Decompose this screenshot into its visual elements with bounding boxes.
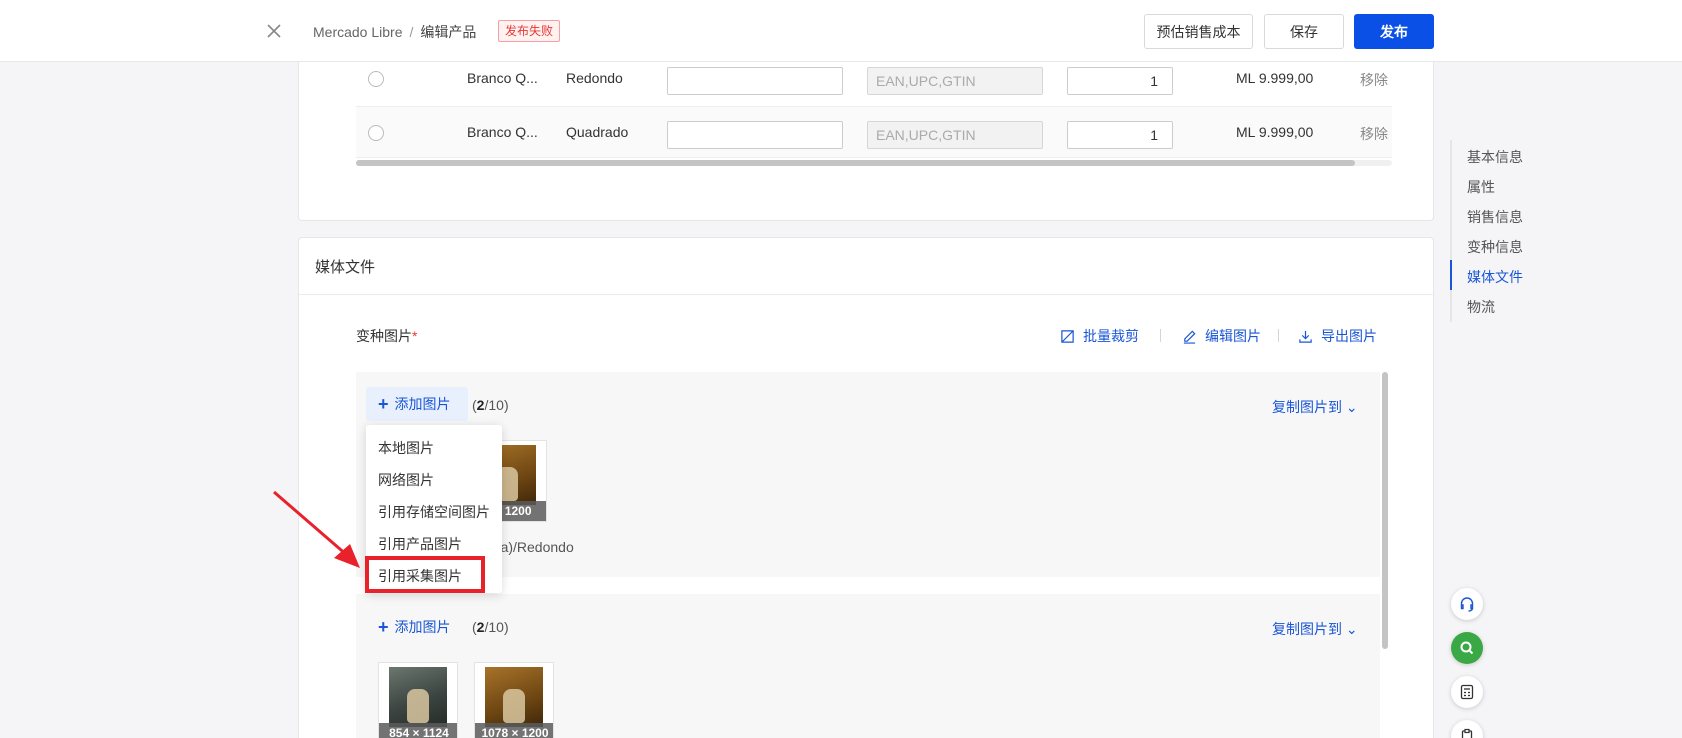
sku-input[interactable]	[667, 67, 843, 95]
image-count-current: 2	[476, 397, 485, 413]
copy-images-to-label: 复制图片到	[1272, 399, 1342, 415]
chevron-down-icon: ⌄	[1345, 399, 1358, 415]
batch-crop-label: 批量裁剪	[1083, 328, 1139, 344]
ean-input[interactable]: EAN,UPC,GTIN	[867, 67, 1043, 95]
scrollbar-thumb[interactable]	[356, 160, 1355, 166]
customer-service-button[interactable]	[1451, 588, 1483, 620]
breadcrumb-separator: /	[409, 24, 414, 40]
crop-icon	[1061, 329, 1074, 343]
breadcrumb-root[interactable]: Mercado Libre	[313, 24, 403, 40]
divider	[1278, 329, 1279, 342]
add-image-button[interactable]: + 添加图片	[366, 387, 468, 421]
plus-icon: +	[378, 617, 389, 637]
image-count-max: 10	[488, 619, 504, 635]
clipboard-icon	[1461, 728, 1473, 738]
add-image-button[interactable]: + 添加图片	[366, 610, 463, 644]
anchor-media-files[interactable]: 媒体文件	[1467, 267, 1523, 287]
menu-item-web-image[interactable]: 网络图片	[378, 470, 434, 490]
sku-input[interactable]	[667, 121, 843, 149]
calculator-button[interactable]	[1451, 676, 1483, 708]
export-images-button[interactable]: 导出图片	[1298, 326, 1377, 346]
table-row: Branco Q... Quadrado EAN,UPC,GTIN 1 ML 9…	[356, 106, 1392, 158]
close-icon[interactable]	[264, 21, 284, 41]
divider	[1160, 329, 1161, 342]
anchor-variant-info[interactable]: 变种信息	[1467, 237, 1523, 257]
estimate-cost-button[interactable]: 预估销售成本	[1144, 14, 1253, 49]
breadcrumb-current: 编辑产品	[420, 24, 477, 40]
quantity-input[interactable]: 1	[1067, 67, 1173, 95]
copy-images-to-button[interactable]: 复制图片到 ⌄	[1272, 619, 1358, 639]
headset-icon	[1460, 597, 1474, 612]
row-radio[interactable]	[368, 71, 384, 87]
anchor-basic-info[interactable]: 基本信息	[1467, 147, 1523, 167]
variant-shape: Quadrado	[566, 124, 629, 140]
export-images-label: 导出图片	[1321, 328, 1377, 344]
plus-icon: +	[378, 394, 389, 414]
variant-image-thumb[interactable]: 1078 × 1200	[474, 662, 554, 738]
image-count: (2/10)	[472, 619, 509, 635]
copy-images-to-label: 复制图片到	[1272, 621, 1342, 637]
product-photo	[389, 667, 447, 727]
menu-item-storage-image[interactable]: 引用存储空间图片	[378, 502, 490, 522]
price-value: ML 9.999,00	[1236, 124, 1314, 140]
image-dimensions: 854 × 1124	[379, 723, 457, 738]
copy-images-to-button[interactable]: 复制图片到 ⌄	[1272, 397, 1358, 417]
variant-images-label: 变种图片*	[356, 326, 417, 346]
menu-item-collected-image[interactable]: 引用采集图片	[378, 566, 462, 586]
menu-item-local-image[interactable]: 本地图片	[378, 438, 434, 458]
add-image-label: 添加图片	[394, 619, 451, 635]
image-dimensions: 1078 × 1200	[475, 723, 553, 738]
label-text: 变种图片	[356, 328, 412, 344]
horizontal-scrollbar[interactable]	[356, 160, 1392, 166]
save-button[interactable]: 保存	[1264, 14, 1344, 49]
quantity-input[interactable]: 1	[1067, 121, 1173, 149]
clipboard-button[interactable]	[1451, 720, 1483, 738]
divider	[299, 294, 1435, 295]
vertical-scrollbar[interactable]	[1382, 372, 1388, 649]
calculator-icon	[1460, 684, 1474, 700]
add-image-menu: 本地图片 网络图片 引用存储空间图片 引用产品图片 引用采集图片	[366, 425, 502, 593]
variant-shape: Redondo	[566, 70, 623, 86]
breadcrumb: Mercado Libre / 编辑产品	[313, 22, 476, 42]
price-value: ML 9.999,00	[1236, 70, 1314, 86]
variant-name: Branco Q...	[467, 70, 538, 86]
edit-images-button[interactable]: 编辑图片	[1182, 326, 1261, 346]
edit-icon	[1183, 329, 1196, 344]
remove-link[interactable]: 移除	[1360, 70, 1388, 90]
anchor-logistics[interactable]: 物流	[1467, 297, 1495, 317]
product-photo	[485, 667, 543, 727]
anchor-nav-track	[1450, 140, 1452, 322]
edit-images-label: 编辑图片	[1205, 328, 1261, 344]
required-mark: *	[412, 328, 418, 344]
status-badge: 发布失败	[498, 20, 561, 42]
remove-link[interactable]: 移除	[1360, 124, 1388, 144]
variant-image-thumb[interactable]: 854 × 1124	[378, 662, 458, 738]
search-icon	[1460, 641, 1474, 655]
image-count-max: 10	[488, 397, 504, 413]
download-icon	[1299, 330, 1312, 343]
search-button[interactable]	[1451, 632, 1483, 664]
ean-input[interactable]: EAN,UPC,GTIN	[867, 121, 1043, 149]
publish-button[interactable]: 发布	[1354, 14, 1434, 49]
batch-crop-button[interactable]: 批量裁剪	[1060, 326, 1139, 346]
menu-item-product-image[interactable]: 引用产品图片	[378, 534, 462, 554]
anchor-sales-info[interactable]: 销售信息	[1467, 207, 1523, 227]
chevron-down-icon: ⌄	[1345, 621, 1358, 637]
anchor-nav-indicator	[1450, 260, 1452, 290]
variant-name: Branco Q...	[467, 124, 538, 140]
image-count-current: 2	[476, 619, 485, 635]
image-count: (2/10)	[472, 397, 509, 413]
top-bar: Mercado Libre / 编辑产品 发布失败 预估销售成本 保存 发布	[0, 0, 1682, 62]
section-title: 媒体文件	[315, 259, 376, 276]
row-radio[interactable]	[368, 125, 384, 141]
anchor-attributes[interactable]: 属性	[1467, 177, 1495, 197]
add-image-label: 添加图片	[394, 396, 451, 412]
